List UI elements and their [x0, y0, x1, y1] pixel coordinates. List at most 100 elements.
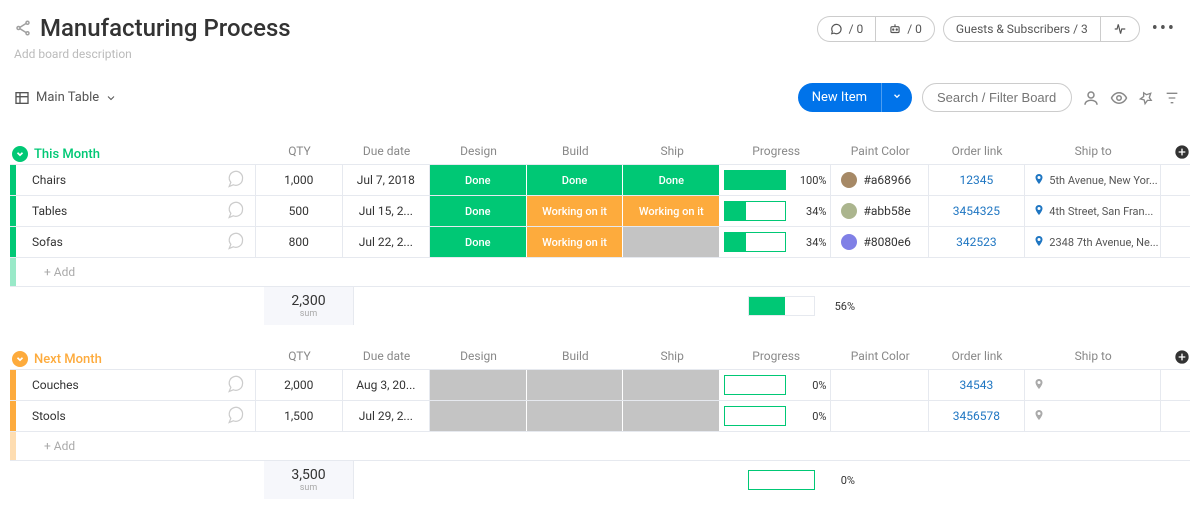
col-header-ship[interactable]: Ship: [624, 144, 721, 164]
shipto-cell[interactable]: [1025, 401, 1161, 431]
collapse-toggle[interactable]: [12, 351, 28, 367]
activity-icon: [1113, 22, 1127, 36]
robot-icon: [888, 22, 902, 36]
activity-button[interactable]: [1100, 16, 1140, 42]
search-input[interactable]: [922, 83, 1072, 112]
build-status[interactable]: [527, 401, 624, 431]
build-status[interactable]: [527, 370, 624, 400]
link-cell[interactable]: 3454325: [929, 196, 1026, 226]
design-status[interactable]: Done: [430, 196, 527, 226]
link-cell[interactable]: 34543: [929, 370, 1026, 400]
group-title[interactable]: Next Month: [34, 352, 102, 367]
guests-button[interactable]: Guests & Subscribers / 3: [943, 16, 1100, 42]
paint-cell[interactable]: #abb58e: [831, 196, 928, 226]
build-status[interactable]: Working on it: [527, 196, 624, 226]
conversation-icon: [830, 22, 844, 36]
link-cell[interactable]: 12345: [929, 165, 1026, 195]
chat-icon[interactable]: [225, 200, 245, 223]
qty-cell[interactable]: 500: [256, 196, 343, 226]
conversations-button[interactable]: / 0: [817, 16, 876, 42]
paint-cell[interactable]: [831, 370, 928, 400]
group-title[interactable]: This Month: [34, 147, 100, 162]
pin-icon[interactable]: [1138, 90, 1154, 106]
filter-icon[interactable]: [1164, 90, 1180, 106]
due-cell[interactable]: Jul 7, 2018: [343, 165, 430, 195]
item-name-cell[interactable]: Sofas: [10, 227, 256, 257]
col-header-shipto[interactable]: Ship to: [1025, 144, 1161, 164]
design-status[interactable]: Done: [430, 227, 527, 257]
paint-cell[interactable]: #8080e6: [831, 227, 928, 257]
qty-cell[interactable]: 1,000: [256, 165, 343, 195]
chat-icon[interactable]: [225, 169, 245, 192]
more-menu-button[interactable]: •••: [1148, 14, 1180, 43]
add-column-button[interactable]: [1161, 349, 1190, 369]
item-name-cell[interactable]: Chairs: [10, 165, 256, 195]
col-header-ship[interactable]: Ship: [624, 349, 721, 369]
person-filter-icon[interactable]: [1082, 89, 1100, 107]
item-name-cell[interactable]: Couches: [10, 370, 256, 400]
add-item-row[interactable]: + Add: [10, 257, 1190, 287]
add-column-button[interactable]: [1161, 144, 1190, 164]
col-header-design[interactable]: Design: [430, 349, 527, 369]
ship-status[interactable]: Working on it: [623, 196, 720, 226]
board-description[interactable]: Add board description: [0, 47, 1200, 75]
new-item-button[interactable]: New Item: [798, 83, 912, 112]
qty-cell[interactable]: 2,000: [256, 370, 343, 400]
qty-cell[interactable]: 800: [256, 227, 343, 257]
shipto-cell[interactable]: 5th Avenue, New Yor...: [1025, 165, 1161, 195]
build-status[interactable]: Done: [527, 165, 624, 195]
page-title: Manufacturing Process: [40, 14, 291, 42]
build-status[interactable]: Working on it: [527, 227, 624, 257]
due-cell[interactable]: Jul 22, 2...: [343, 227, 430, 257]
design-status[interactable]: Done: [430, 165, 527, 195]
col-header-build[interactable]: Build: [527, 349, 624, 369]
qty-cell[interactable]: 1,500: [256, 401, 343, 431]
eye-icon[interactable]: [1110, 89, 1128, 107]
progress-cell: 0%: [720, 370, 831, 400]
due-cell[interactable]: Jul 29, 2...: [343, 401, 430, 431]
chat-icon[interactable]: [225, 231, 245, 254]
ship-status[interactable]: [623, 401, 720, 431]
design-status[interactable]: [430, 401, 527, 431]
collapse-toggle[interactable]: [12, 146, 28, 162]
col-header-build[interactable]: Build: [527, 144, 624, 164]
paint-cell[interactable]: [831, 401, 928, 431]
ship-status[interactable]: [623, 370, 720, 400]
col-header-qty[interactable]: QTY: [256, 349, 343, 369]
due-cell[interactable]: Aug 3, 20...: [343, 370, 430, 400]
paint-cell[interactable]: #a68966: [831, 165, 928, 195]
design-status[interactable]: [430, 370, 527, 400]
col-header-shipto[interactable]: Ship to: [1025, 349, 1161, 369]
item-name-cell[interactable]: Stools: [10, 401, 256, 431]
shipto-cell[interactable]: [1025, 370, 1161, 400]
col-header-link[interactable]: Order link: [929, 349, 1026, 369]
progress-cell: 100%: [720, 165, 831, 195]
automations-button[interactable]: / 0: [875, 16, 935, 42]
chat-icon[interactable]: [225, 374, 245, 397]
link-cell[interactable]: 342523: [929, 227, 1026, 257]
col-header-progress[interactable]: Progress: [721, 349, 832, 369]
col-header-due[interactable]: Due date: [343, 349, 430, 369]
link-cell[interactable]: 3456578: [929, 401, 1026, 431]
col-header-qty[interactable]: QTY: [256, 144, 343, 164]
col-header-due[interactable]: Due date: [343, 144, 430, 164]
new-item-dropdown[interactable]: [881, 83, 912, 112]
due-cell[interactable]: Jul 15, 2...: [343, 196, 430, 226]
add-item-row[interactable]: + Add: [10, 431, 1190, 461]
col-header-paint[interactable]: Paint Color: [832, 144, 929, 164]
progress-cell: 0%: [720, 401, 831, 431]
shipto-cell[interactable]: 4th Street, San Fran...: [1025, 196, 1161, 226]
chat-icon[interactable]: [225, 405, 245, 428]
col-header-link[interactable]: Order link: [929, 144, 1026, 164]
shipto-cell[interactable]: 2348 7th Avenue, Ne...: [1025, 227, 1161, 257]
table-row: Couches2,000Aug 3, 20... 0% 34543: [10, 369, 1190, 400]
ship-status[interactable]: Done: [623, 165, 720, 195]
col-header-paint[interactable]: Paint Color: [832, 349, 929, 369]
share-icon[interactable]: [14, 19, 32, 37]
col-header-progress[interactable]: Progress: [721, 144, 832, 164]
table-row: Stools1,500Jul 29, 2... 0% 3456578: [10, 400, 1190, 431]
view-selector[interactable]: Main Table: [14, 90, 117, 106]
col-header-design[interactable]: Design: [430, 144, 527, 164]
item-name-cell[interactable]: Tables: [10, 196, 256, 226]
ship-status[interactable]: [623, 227, 720, 257]
